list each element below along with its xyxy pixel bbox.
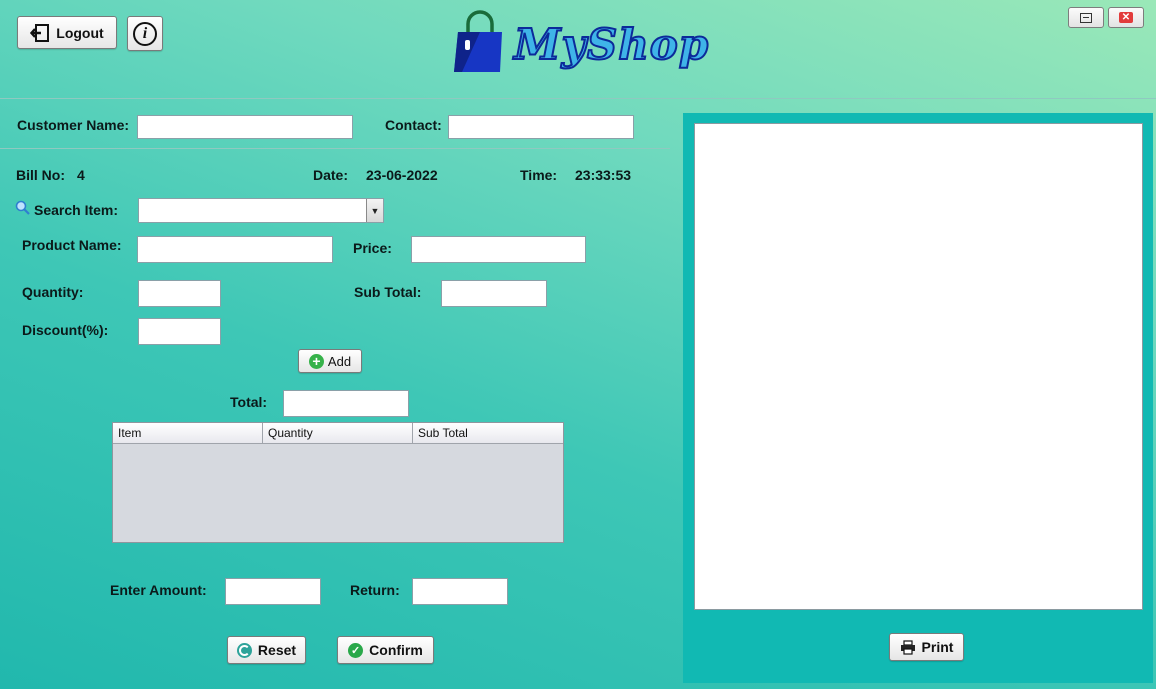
- add-icon: +: [308, 353, 324, 369]
- table-header: Item Quantity Sub Total: [113, 423, 563, 444]
- bill-no-label: Bill No:: [16, 167, 65, 183]
- close-button[interactable]: ✕: [1108, 7, 1144, 28]
- time-label: Time:: [520, 167, 558, 183]
- bill-no-value: 4: [77, 167, 85, 183]
- customer-divider: [0, 148, 670, 149]
- total-field[interactable]: [283, 390, 409, 417]
- minimize-button[interactable]: [1068, 7, 1104, 28]
- print-button[interactable]: Print: [889, 633, 964, 661]
- items-table[interactable]: Item Quantity Sub Total: [112, 422, 564, 543]
- minimize-icon: [1080, 12, 1092, 23]
- return-field[interactable]: [412, 578, 508, 605]
- info-icon: i: [133, 21, 157, 46]
- add-button[interactable]: + Add: [298, 349, 362, 373]
- date-label: Date:: [313, 167, 349, 183]
- customer-name-label: Customer Name:: [17, 117, 130, 133]
- enter-amount-label: Enter Amount:: [110, 582, 207, 598]
- return-label: Return:: [350, 582, 400, 598]
- search-item-label: Search Item:: [34, 202, 119, 218]
- customer-name-field[interactable]: [137, 115, 353, 139]
- logout-label: Logout: [56, 24, 104, 41]
- quantity-field[interactable]: [138, 280, 221, 307]
- confirm-label: Confirm: [369, 642, 423, 658]
- column-header-item[interactable]: Item: [113, 423, 263, 443]
- printer-icon: [900, 639, 916, 655]
- brand-logo: MyShop: [452, 10, 709, 85]
- product-name-field[interactable]: [137, 236, 333, 263]
- confirm-button[interactable]: ✓ Confirm: [337, 636, 434, 664]
- quantity-label: Quantity:: [22, 284, 84, 300]
- discount-label: Discount(%):: [22, 322, 109, 338]
- close-icon: ✕: [1119, 12, 1133, 23]
- receipt-preview-area[interactable]: [694, 123, 1143, 610]
- sub-total-field[interactable]: [441, 280, 547, 307]
- reset-button[interactable]: Reset: [227, 636, 306, 664]
- total-label: Total:: [230, 394, 268, 410]
- contact-field[interactable]: [448, 115, 634, 139]
- logout-button[interactable]: Logout: [17, 16, 117, 49]
- contact-label: Contact:: [385, 117, 442, 133]
- date-value: 23-06-2022: [366, 167, 438, 183]
- magnifier-icon: [15, 200, 31, 216]
- reset-icon: [236, 642, 252, 658]
- info-button[interactable]: i: [127, 16, 163, 51]
- price-label: Price:: [353, 240, 392, 256]
- search-item-dropdown[interactable]: ▼: [138, 198, 384, 223]
- column-header-quantity[interactable]: Quantity: [263, 423, 413, 443]
- header-divider: [0, 98, 1156, 99]
- price-field[interactable]: [411, 236, 586, 263]
- product-name-label: Product Name:: [22, 237, 122, 253]
- sub-total-label: Sub Total:: [354, 284, 422, 300]
- print-label: Print: [921, 639, 954, 655]
- enter-amount-field[interactable]: [225, 578, 321, 605]
- discount-field[interactable]: [138, 318, 221, 345]
- time-value: 23:33:53: [575, 167, 632, 183]
- logout-icon: [30, 23, 50, 43]
- chevron-down-icon[interactable]: ▼: [366, 199, 383, 222]
- column-header-sub-total[interactable]: Sub Total: [413, 423, 563, 443]
- add-label: Add: [327, 353, 352, 369]
- brand-name: MyShop: [513, 19, 710, 70]
- reset-label: Reset: [257, 642, 297, 658]
- shopping-bag-icon: [454, 10, 502, 72]
- confirm-icon: ✓: [348, 642, 364, 658]
